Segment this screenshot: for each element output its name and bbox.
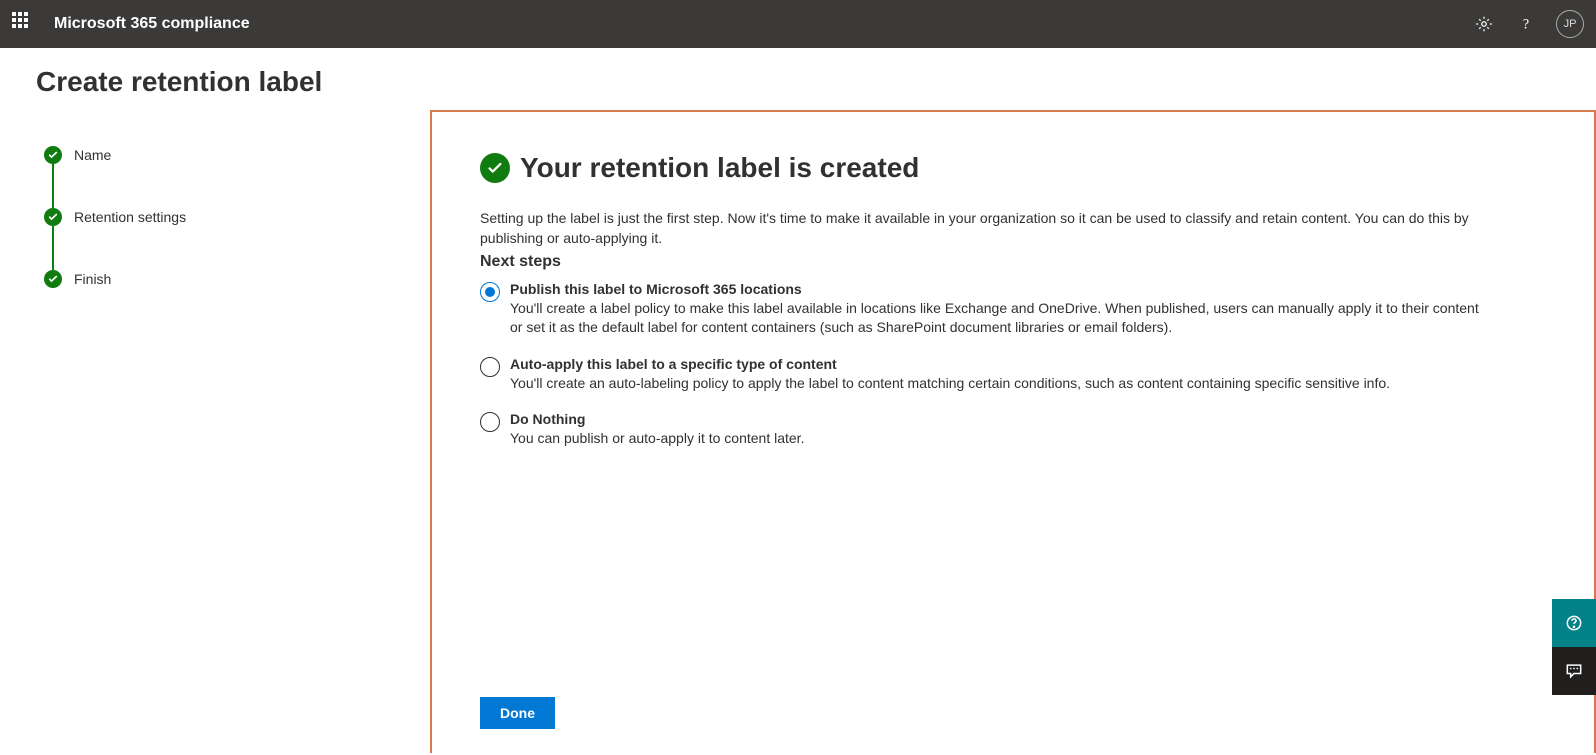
wizard-stepper: Name Retention settings Finish bbox=[0, 110, 430, 753]
radio-input[interactable] bbox=[480, 282, 500, 302]
next-steps-radio-group: Publish this label to Microsoft 365 loca… bbox=[480, 281, 1546, 449]
radio-title: Auto-apply this label to a specific type… bbox=[510, 356, 1546, 372]
app-title: Microsoft 365 compliance bbox=[54, 15, 250, 33]
radio-description: You'll create an auto-labeling policy to… bbox=[510, 374, 1490, 394]
step-label: Name bbox=[74, 147, 111, 163]
step-retention-settings[interactable]: Retention settings bbox=[44, 208, 394, 226]
main-panel: Your retention label is created Setting … bbox=[430, 110, 1596, 753]
radio-title: Publish this label to Microsoft 365 loca… bbox=[510, 281, 1546, 297]
success-description: Setting up the label is just the first s… bbox=[480, 208, 1480, 249]
radio-description: You can publish or auto-apply it to cont… bbox=[510, 429, 1490, 449]
help-widget-button[interactable] bbox=[1552, 599, 1596, 647]
step-label: Finish bbox=[74, 271, 111, 287]
top-bar: Microsoft 365 compliance ? JP bbox=[0, 0, 1596, 48]
settings-icon[interactable] bbox=[1472, 12, 1496, 36]
radio-title: Do Nothing bbox=[510, 411, 1546, 427]
radio-do-nothing[interactable]: Do Nothing You can publish or auto-apply… bbox=[480, 411, 1546, 449]
radio-input[interactable] bbox=[480, 412, 500, 432]
step-name[interactable]: Name bbox=[44, 146, 394, 164]
user-avatar[interactable]: JP bbox=[1556, 10, 1584, 38]
app-launcher-icon[interactable] bbox=[12, 12, 36, 36]
step-finish[interactable]: Finish bbox=[44, 270, 394, 288]
step-label: Retention settings bbox=[74, 209, 186, 225]
svg-text:?: ? bbox=[1523, 17, 1529, 33]
radio-input[interactable] bbox=[480, 357, 500, 377]
checkmark-icon bbox=[44, 270, 62, 288]
checkmark-icon bbox=[44, 208, 62, 226]
next-steps-heading: Next steps bbox=[480, 253, 1546, 271]
success-checkmark-icon bbox=[480, 153, 510, 183]
feedback-widget-button[interactable] bbox=[1552, 647, 1596, 695]
avatar-initials: JP bbox=[1564, 18, 1577, 30]
page-title: Create retention label bbox=[36, 66, 1560, 98]
page-header: Create retention label bbox=[0, 48, 1596, 110]
radio-auto-apply[interactable]: Auto-apply this label to a specific type… bbox=[480, 356, 1546, 394]
done-button[interactable]: Done bbox=[480, 697, 555, 729]
radio-publish-label[interactable]: Publish this label to Microsoft 365 loca… bbox=[480, 281, 1546, 338]
radio-description: You'll create a label policy to make thi… bbox=[510, 299, 1490, 338]
success-title: Your retention label is created bbox=[520, 152, 919, 184]
help-icon[interactable]: ? bbox=[1514, 12, 1538, 36]
checkmark-icon bbox=[44, 146, 62, 164]
